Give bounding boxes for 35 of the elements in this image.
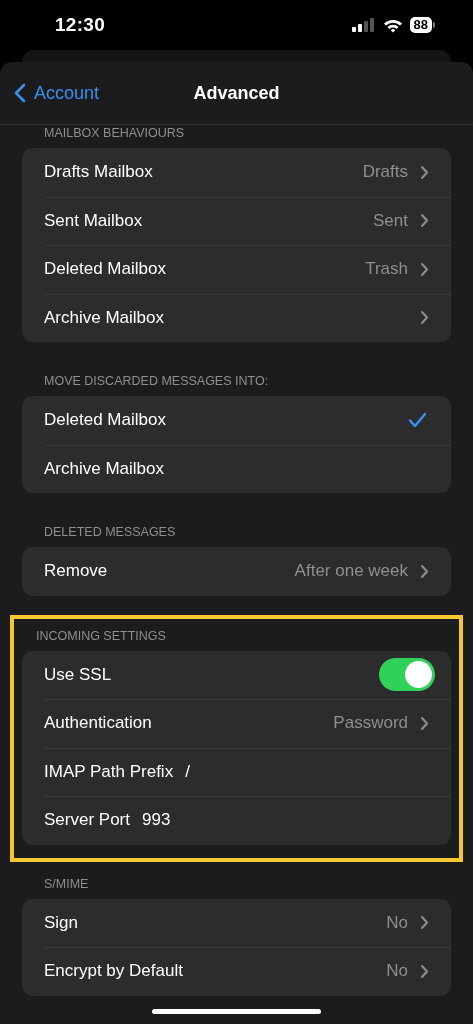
chevron-icon xyxy=(420,310,429,326)
section-header: MOVE DISCARDED MESSAGES INTO: xyxy=(43,373,270,389)
chevron-icon xyxy=(420,963,429,979)
chevron-icon xyxy=(420,164,429,180)
settings-row[interactable]: Archive Mailbox xyxy=(22,293,451,342)
back-button[interactable]: Account xyxy=(0,75,100,111)
settings-row[interactable]: Remove After one week xyxy=(22,547,451,596)
battery-level: 88 xyxy=(409,17,432,33)
settings-row[interactable]: Deleted Mailbox Trash xyxy=(22,245,451,294)
option-row[interactable]: Archive Mailbox xyxy=(22,444,451,493)
chevron-icon xyxy=(420,563,429,579)
chevron-icon xyxy=(420,213,429,229)
wifi-icon xyxy=(382,17,403,33)
settings-row[interactable]: Sign No xyxy=(22,898,451,947)
text-field[interactable]: Server Port 993 xyxy=(22,796,451,845)
section-header: DELETED MESSAGES xyxy=(43,524,177,540)
settings-row[interactable]: Sent Mailbox Sent xyxy=(22,196,451,245)
clock-time: 12:30 xyxy=(55,14,106,36)
section-header: S/MIME xyxy=(43,875,90,892)
settings-row[interactable]: Encrypt by Default No xyxy=(22,947,451,996)
chevron-icon xyxy=(420,261,429,277)
text-field[interactable]: IMAP Path Prefix / xyxy=(22,747,451,796)
section-header: MAILBOX BEHAVIOURS xyxy=(43,125,186,141)
settings-row[interactable]: Drafts Mailbox Drafts xyxy=(22,148,451,197)
signal-icon xyxy=(351,18,376,32)
chevron-icon xyxy=(420,715,429,731)
chevron-icon xyxy=(420,915,429,931)
screen-title: Advanced xyxy=(192,82,281,104)
section-header: INCOMING SETTINGS xyxy=(35,627,167,644)
back-chevron-icon xyxy=(14,83,26,103)
option-row[interactable]: Deleted Mailbox xyxy=(22,396,451,445)
settings-row[interactable]: Authentication Password xyxy=(22,699,451,748)
toggle-switch[interactable] xyxy=(379,658,435,692)
checkmark-icon xyxy=(408,412,427,429)
toggle-label: Use SSL xyxy=(44,664,112,685)
